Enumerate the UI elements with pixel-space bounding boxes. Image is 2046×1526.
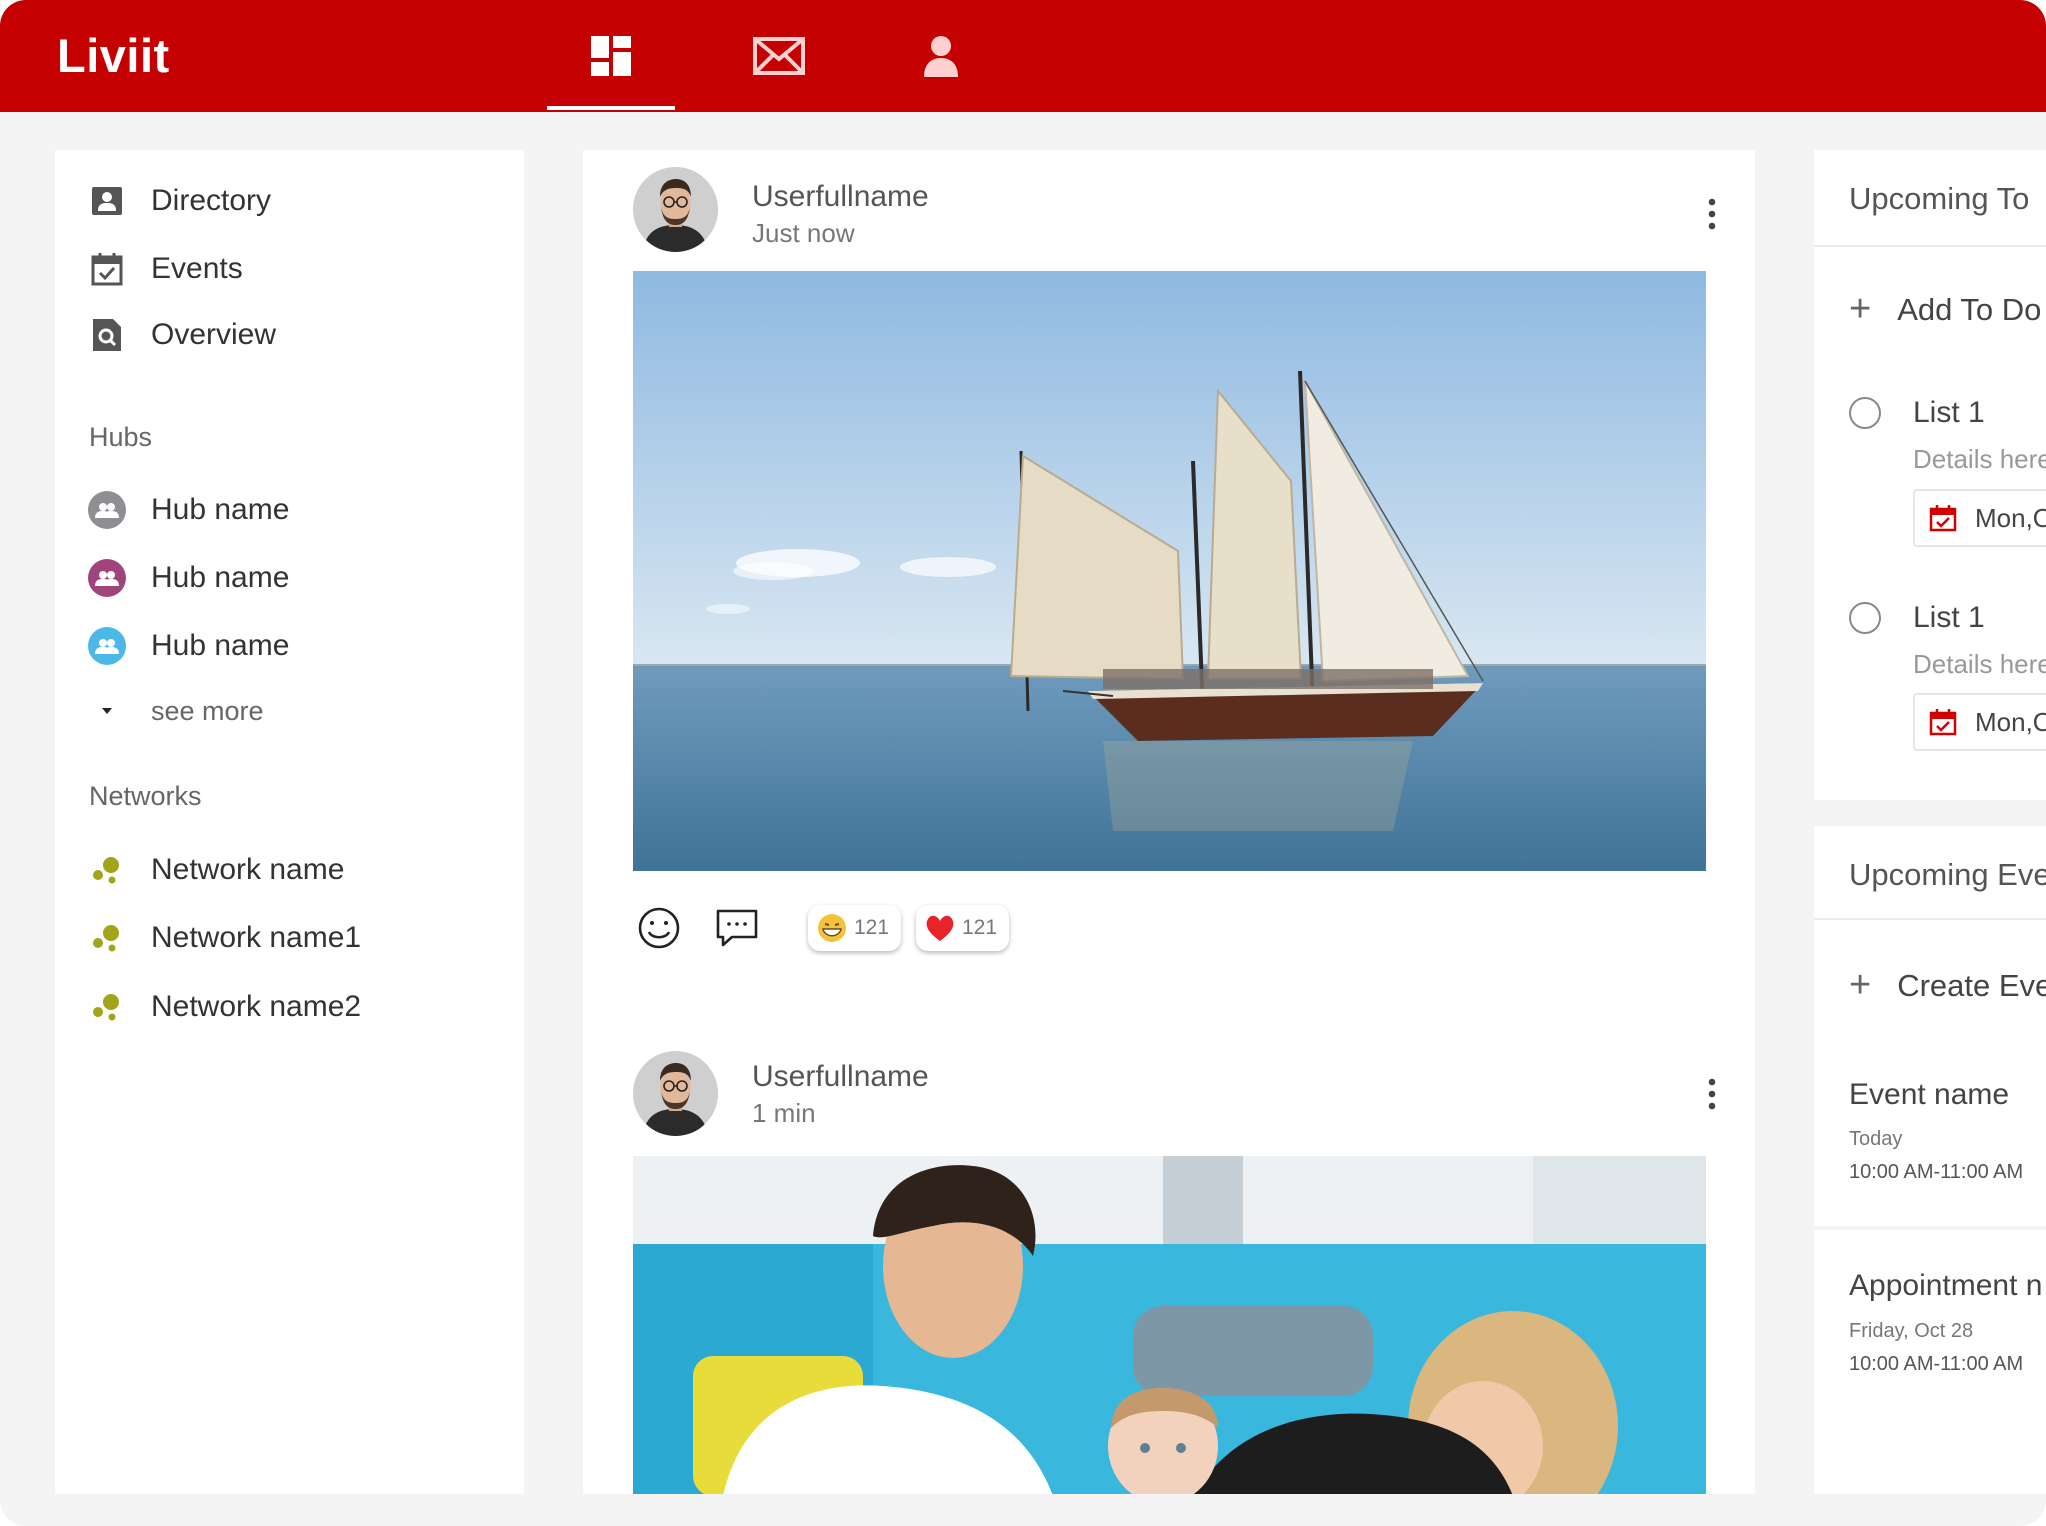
plus-icon: + <box>1849 964 1872 1006</box>
events-panel: Upcoming Eve + Create Eve Event name Tod… <box>1814 826 2046 1494</box>
sidebar-item-label: Network name <box>151 853 345 886</box>
sidebar-item-hub[interactable]: Hub name <box>87 553 289 603</box>
mail-icon <box>753 37 805 75</box>
caret-down-icon <box>87 691 127 731</box>
more-vertical-icon <box>1708 1078 1716 1110</box>
left-sidebar: Directory Events Overview Hubs Hub name … <box>55 150 524 1494</box>
tab-dashboard[interactable] <box>547 0 675 112</box>
divider <box>1814 245 2046 247</box>
event-name[interactable]: Event name <box>1849 1078 2009 1112</box>
post-author-name[interactable]: Userfullname <box>752 180 929 214</box>
networks-heading: Networks <box>89 781 202 811</box>
reaction-count: 121 <box>854 916 890 939</box>
grinning-emoji <box>818 914 846 942</box>
sidebar-item-network[interactable]: Network name <box>87 845 344 895</box>
reaction-heart[interactable]: 121 <box>916 905 1010 951</box>
create-event-button[interactable]: + Create Eve <box>1849 964 2046 1007</box>
tab-messages[interactable] <box>715 0 843 112</box>
sidebar-item-overview[interactable]: Overview <box>87 310 276 360</box>
network-icon <box>87 918 127 958</box>
calendar-icon <box>1929 505 1957 532</box>
todo-title[interactable]: List 1 <box>1913 601 1985 635</box>
event-time: 10:00 AM-11:00 AM <box>1849 1353 2024 1375</box>
todo-details: Details here <box>1913 649 2046 679</box>
group-icon <box>88 559 126 597</box>
add-todo-label: Add To Do <box>1897 291 2042 327</box>
post-menu-button[interactable] <box>1697 1074 1727 1114</box>
sidebar-item-label: Network name2 <box>151 990 362 1023</box>
events-panel-title: Upcoming Eve <box>1849 857 2046 892</box>
calendar-check-icon <box>87 249 127 289</box>
add-todo-button[interactable]: + Add To Do <box>1849 288 2041 331</box>
event-day: Today <box>1849 1128 1903 1150</box>
sidebar-item-label: Hub name <box>151 629 290 662</box>
sidebar-item-network[interactable]: Network name2 <box>87 982 361 1032</box>
todo-checkbox[interactable] <box>1849 602 1881 634</box>
more-vertical-icon <box>1708 198 1716 230</box>
todo-date-chip[interactable]: Mon,Oct <box>1913 489 2046 547</box>
plus-icon: + <box>1849 288 1872 330</box>
event-time: 10:00 AM-11:00 AM <box>1849 1161 2024 1183</box>
contact-card-icon <box>87 181 127 221</box>
see-more-label: see more <box>151 695 264 726</box>
smiley-icon <box>638 907 680 949</box>
group-icon <box>88 491 126 529</box>
create-event-label: Create Eve <box>1897 967 2046 1003</box>
news-feed: Userfullname Just now 121 121 Userfullna… <box>583 150 1755 1494</box>
sidebar-item-label: Events <box>151 252 243 285</box>
reaction-grinning[interactable]: 121 <box>808 905 902 951</box>
network-icon <box>87 850 127 890</box>
avatar[interactable] <box>633 1051 718 1136</box>
sidebar-item-label: Hub name <box>151 561 290 594</box>
tab-profile[interactable] <box>877 0 1005 112</box>
todo-date: Mon,Oct <box>1975 706 2046 737</box>
heart-emoji <box>926 915 954 941</box>
post-timestamp: 1 min <box>752 1098 816 1128</box>
reaction-count: 121 <box>962 916 998 939</box>
post-photo[interactable] <box>633 1156 1706 1494</box>
post-author-name[interactable]: Userfullname <box>752 1060 929 1094</box>
feed-post: Userfullname 1 min <box>583 1030 1755 1494</box>
todo-panel-title: Upcoming To <box>1849 181 2030 216</box>
app-window: Liviit Directory Events Overview Hubs Hu… <box>0 0 2046 1526</box>
see-more-link[interactable]: see more <box>87 686 264 736</box>
post-timestamp: Just now <box>752 218 855 248</box>
comment-icon <box>716 909 758 947</box>
sidebar-item-label: Overview <box>151 318 277 351</box>
sidebar-item-events[interactable]: Events <box>87 244 243 294</box>
post-photo[interactable] <box>633 271 1706 871</box>
document-search-icon <box>87 315 127 355</box>
feed-post: Userfullname Just now 121 121 <box>583 150 1755 1030</box>
divider <box>1814 918 2046 920</box>
sidebar-item-hub[interactable]: Hub name <box>87 621 289 671</box>
todo-details: Details here <box>1913 444 2046 474</box>
event-name[interactable]: Appointment n <box>1849 1269 2042 1303</box>
divider <box>1814 1226 2046 1230</box>
todo-panel: Upcoming To + Add To Do List 1 Details h… <box>1814 150 2046 800</box>
todo-date-chip[interactable]: Mon,Oct <box>1913 693 2046 751</box>
group-icon <box>88 627 126 665</box>
sidebar-item-label: Network name1 <box>151 921 362 954</box>
todo-checkbox[interactable] <box>1849 397 1881 429</box>
avatar[interactable] <box>633 167 718 252</box>
app-logo[interactable]: Liviit <box>57 28 170 83</box>
sidebar-item-label: Hub name <box>151 493 290 526</box>
todo-title[interactable]: List 1 <box>1913 396 1985 430</box>
network-icon <box>87 987 127 1027</box>
todo-date: Mon,Oct <box>1975 502 2046 533</box>
dashboard-icon <box>591 36 631 76</box>
sidebar-item-network[interactable]: Network name1 <box>87 913 361 963</box>
sidebar-item-directory[interactable]: Directory <box>87 176 271 226</box>
hubs-heading: Hubs <box>89 422 153 452</box>
comment-button[interactable] <box>714 905 760 951</box>
calendar-icon <box>1929 709 1957 736</box>
event-day: Friday, Oct 28 <box>1849 1320 1974 1342</box>
post-menu-button[interactable] <box>1697 194 1727 234</box>
add-reaction-button[interactable] <box>636 905 682 951</box>
sidebar-item-label: Directory <box>151 184 272 217</box>
person-icon <box>924 36 958 77</box>
sidebar-item-hub[interactable]: Hub name <box>87 485 289 535</box>
top-bar: Liviit <box>0 0 2046 112</box>
